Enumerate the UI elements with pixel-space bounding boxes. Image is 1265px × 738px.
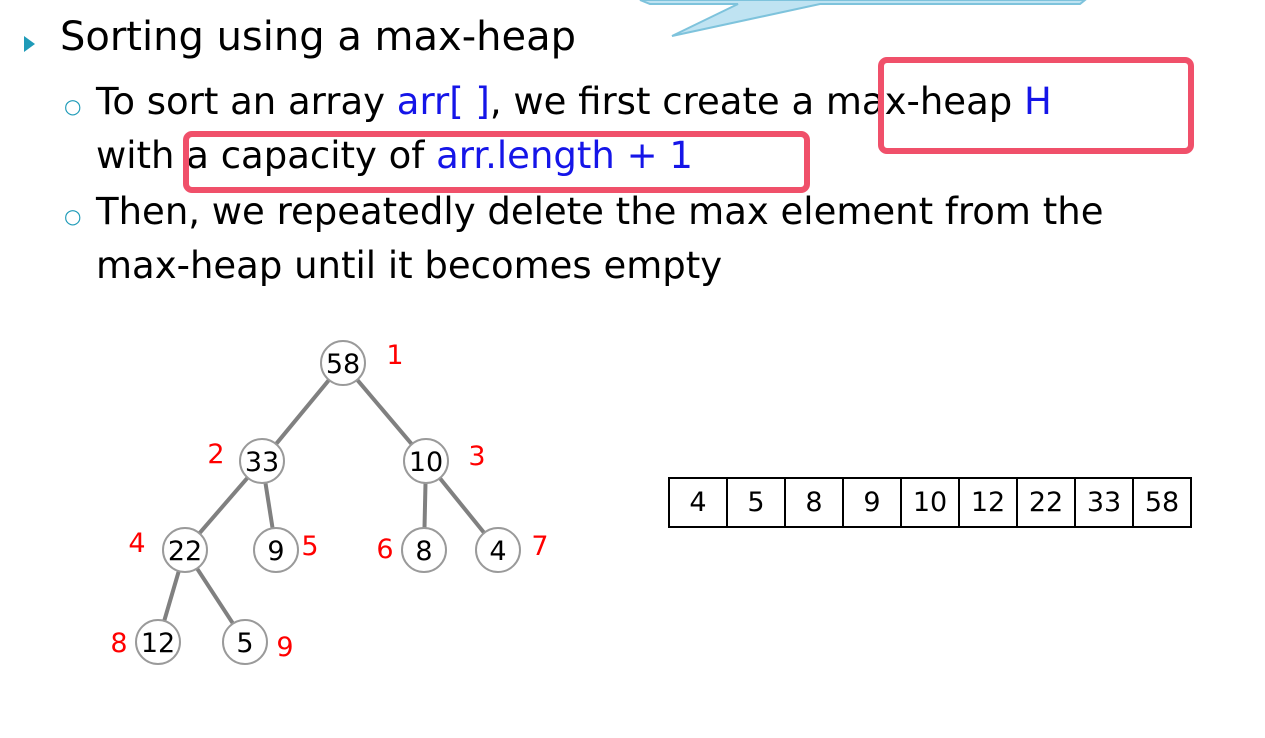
heap-edge — [197, 476, 250, 535]
sorted-array: 4 5 8 9 10 12 22 33 58 — [668, 477, 1192, 528]
heap-node-value: 58 — [326, 349, 360, 380]
heap-index-label: 3 — [468, 441, 485, 472]
heap-index-label: 9 — [276, 632, 293, 663]
heap-edge — [263, 482, 275, 529]
array-cell: 10 — [900, 477, 960, 528]
array-cell: 4 — [668, 477, 728, 528]
heap-node-value: 9 — [267, 536, 284, 567]
heap-index-label: 7 — [531, 531, 548, 562]
heap-node-value: 33 — [245, 447, 279, 478]
heap-edge — [422, 482, 428, 529]
heap-index-label: 4 — [128, 528, 145, 559]
array-cell: 9 — [842, 477, 902, 528]
heap-edge — [438, 476, 486, 535]
heap-index-label: 5 — [301, 531, 318, 562]
heap-edge — [355, 378, 414, 446]
heap-index-label: 2 — [207, 439, 224, 470]
heap-edge — [195, 567, 235, 625]
array-cell: 8 — [784, 477, 844, 528]
heap-node-value: 5 — [236, 628, 253, 659]
heap-node-value: 10 — [409, 447, 443, 478]
array-cell: 22 — [1016, 477, 1076, 528]
array-cell: 5 — [726, 477, 786, 528]
heap-tree: 58 1332 10 3224 9 5 86 4 7128 5 9 — [110, 340, 549, 665]
heap-index-label: 6 — [376, 534, 393, 565]
heap-edge — [162, 570, 181, 622]
heap-node-value: 22 — [168, 536, 202, 567]
heap-node-value: 12 — [141, 628, 175, 659]
heap-edge — [274, 378, 331, 446]
highlight-box-maxheap — [878, 57, 1194, 154]
heap-node-value: 4 — [489, 536, 506, 567]
array-cell: 12 — [958, 477, 1018, 528]
heap-index-label: 8 — [110, 628, 127, 659]
array-cell: 58 — [1132, 477, 1192, 528]
array-cell: 33 — [1074, 477, 1134, 528]
heap-node-value: 8 — [415, 536, 432, 567]
heap-index-label: 1 — [386, 340, 403, 371]
